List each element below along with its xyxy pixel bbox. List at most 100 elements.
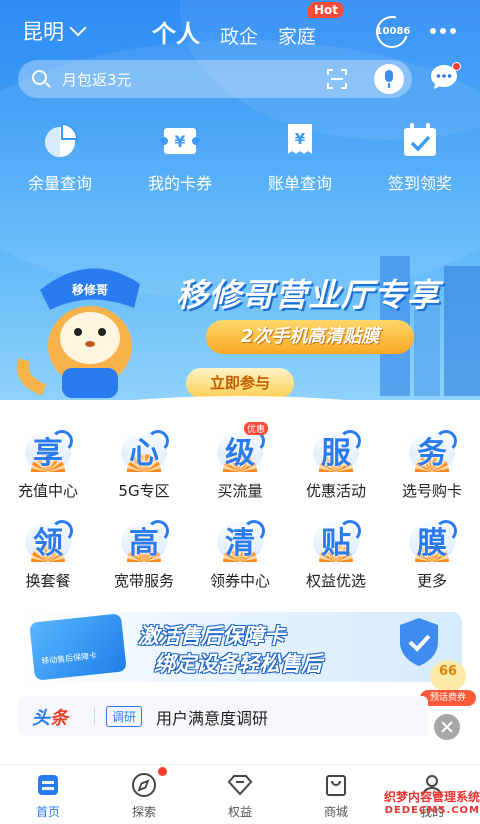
headline-news-bar[interactable]: 头条 调研 用户满意度调研: [18, 696, 428, 736]
quick-bill-query[interactable]: ¥ 账单查询: [240, 116, 360, 194]
service-benefits[interactable]: 贴 权益优选: [288, 516, 384, 591]
quick-label: 我的卡券: [147, 174, 212, 193]
service-badge-icon: 领: [23, 516, 73, 566]
coupon-number: 66: [438, 664, 458, 679]
explore-badge-dot: [158, 767, 167, 776]
service-badge-icon: 高: [119, 516, 169, 566]
coupon-icon: ¥: [160, 120, 200, 160]
service-badge-icon: 服: [311, 426, 361, 476]
unread-dot: [452, 62, 461, 71]
service-pick-number[interactable]: 务 选号购卡: [384, 426, 480, 501]
service-grid: 享 充值中心 心 5G专区 优惠 级 买流量 服 优惠活动 务 选号购卡 领 换…: [0, 422, 480, 596]
quick-checkin-reward[interactable]: 签到领奖: [360, 116, 480, 194]
headline-text: 用户满意度调研: [156, 709, 269, 728]
nav-label: 首页: [35, 805, 60, 819]
home-icon: [34, 771, 62, 799]
chevron-down-icon: [69, 19, 87, 37]
close-icon[interactable]: [434, 714, 460, 740]
tiger-mascot: 移修哥: [10, 250, 170, 400]
badge-char: 膜: [417, 526, 447, 561]
divider: [94, 708, 95, 724]
diamond-icon: [226, 771, 254, 799]
headline-logo: 头条: [32, 704, 68, 730]
banner-subtitle: 2次手机高清贴膜: [206, 320, 414, 354]
quick-my-coupons[interactable]: ¥ 我的卡券: [120, 116, 240, 194]
service-label: 宽带服务: [113, 572, 174, 590]
dot-icon: [440, 28, 446, 34]
tab-personal[interactable]: 个人: [152, 14, 200, 49]
watermark: 织梦内容管理系统 DEDECMS.COM: [360, 788, 480, 816]
scan-glyph: [327, 69, 347, 89]
nav-label: 权益: [227, 805, 252, 819]
city-selector[interactable]: 昆明: [22, 16, 87, 46]
banner-join-button[interactable]: 立即参与: [186, 368, 294, 398]
quick-actions: 余量查询 ¥ 我的卡券 ¥ 账单查询 签到领奖: [0, 116, 480, 200]
service-recharge[interactable]: 享 充值中心: [0, 426, 96, 501]
badge-char: 领: [33, 526, 63, 561]
tab-family[interactable]: 家庭: [278, 22, 316, 49]
tab-enterprise[interactable]: 政企: [220, 22, 258, 49]
hotline-number: 10086: [375, 26, 411, 37]
service-label: 选号购卡: [401, 482, 462, 500]
banner-title: 移修哥营业厅专享: [176, 276, 441, 314]
discount-tag: 优惠: [244, 422, 269, 435]
service-label: 换套餐: [25, 572, 71, 590]
bill-icon: ¥: [280, 120, 320, 160]
service-badge-icon: 享: [23, 426, 73, 476]
hot-badge: Hot: [308, 2, 345, 18]
warranty-card-banner[interactable]: 移动售后保障卡 激活售后保障卡 绑定设备轻松售后: [18, 612, 462, 682]
service-promotions[interactable]: 服 优惠活动: [288, 426, 384, 501]
hotline-button[interactable]: 10086: [370, 10, 414, 54]
promo-line-2: 绑定设备轻松售后: [154, 652, 322, 676]
headline-logo-a: 头: [32, 708, 50, 729]
service-buy-data[interactable]: 优惠 级 买流量: [192, 422, 288, 501]
promo-banner[interactable]: 移修哥 移修哥营业厅专享 2次手机高清贴膜 立即参与: [0, 236, 480, 404]
quick-label: 账单查询: [267, 174, 332, 193]
floating-bill-coupon[interactable]: 66 预话费券: [420, 660, 476, 706]
pie-chart-icon: [40, 120, 80, 160]
promo-line-1: 激活售后保障卡: [138, 624, 285, 648]
service-badge-icon: 贴: [311, 516, 361, 566]
compass-icon: [130, 771, 158, 799]
badge-char: 心: [129, 436, 159, 471]
service-label: 更多: [416, 572, 447, 590]
nav-label: 探索: [131, 805, 156, 819]
search-icon: [32, 70, 47, 85]
city-label: 昆明: [22, 20, 64, 44]
search-bar[interactable]: 月包返3元: [18, 60, 412, 98]
service-5g-zone[interactable]: 心 5G专区: [96, 426, 192, 501]
service-badge-icon: 务: [407, 426, 457, 476]
more-menu-icon[interactable]: [430, 28, 456, 34]
service-badge-icon: 清: [215, 516, 265, 566]
service-change-plan[interactable]: 领 换套餐: [0, 516, 96, 591]
card-text: 移动售后保障卡: [40, 651, 98, 666]
service-label: 权益优选: [305, 572, 366, 590]
service-label: 买流量: [217, 482, 263, 500]
mic-stem: [388, 83, 390, 88]
calendar-check-icon: [400, 120, 440, 160]
service-label: 充值中心: [17, 482, 78, 500]
nav-benefits[interactable]: 权益: [192, 771, 288, 820]
search-placeholder: 月包返3元: [62, 71, 132, 89]
svg-text:¥: ¥: [295, 130, 306, 148]
svg-text:移修哥: 移修哥: [72, 282, 108, 297]
segment-tabs: 个人 政企 家庭: [152, 14, 316, 49]
nav-home[interactable]: 首页: [0, 771, 96, 820]
service-badge-icon: 心: [119, 426, 169, 476]
badge-char: 贴: [321, 526, 351, 561]
scan-icon[interactable]: [326, 68, 348, 90]
dot-icon: [450, 28, 456, 34]
service-broadband[interactable]: 高 宽带服务: [96, 516, 192, 591]
quick-balance-query[interactable]: 余量查询: [0, 116, 120, 194]
top-header: 昆明 个人 政企 家庭 Hot 10086: [0, 0, 480, 62]
service-coupon-center[interactable]: 清 领券中心: [192, 516, 288, 591]
service-more[interactable]: 膜 更多: [384, 516, 480, 591]
service-badge-icon: 膜: [407, 516, 457, 566]
nav-explore[interactable]: 探索: [96, 771, 192, 820]
microphone-icon[interactable]: [374, 64, 404, 94]
service-label: 优惠活动: [305, 482, 366, 500]
watermark-line-2: DEDECMS.COM: [384, 805, 480, 816]
shopping-bag-icon: [322, 771, 350, 799]
service-label: 领券中心: [209, 572, 270, 590]
coupon-pill: 预话费券: [420, 690, 476, 706]
